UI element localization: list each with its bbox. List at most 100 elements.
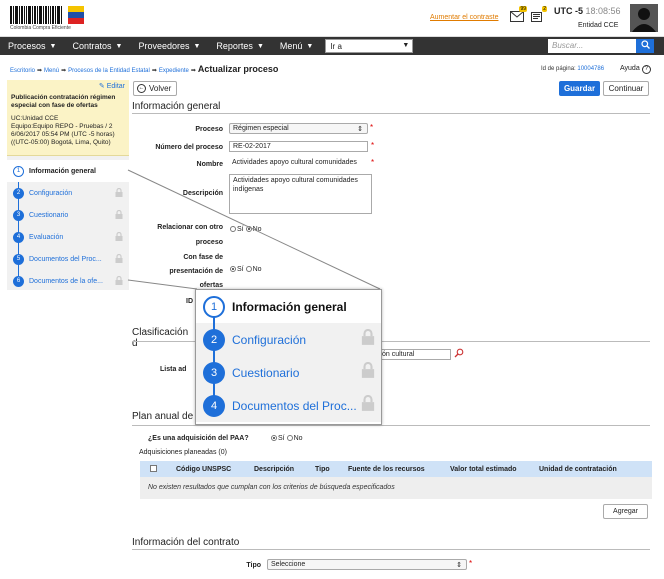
step-label: Información general [232, 299, 347, 314]
pencil-icon: ✎ [98, 83, 105, 90]
edit-label: Editar [106, 83, 125, 90]
numero-proceso-input[interactable]: RE-02-2017 [229, 141, 368, 152]
nav-procesos[interactable]: Procesos ▼ [0, 37, 64, 55]
fase-radio-group: Sí No [230, 266, 262, 273]
step-documentos-proceso[interactable]: 5 Documentos del Proc... [7, 248, 129, 270]
col-codigo[interactable]: Código UNSPSC [176, 466, 231, 473]
nav-procesos-label: Procesos [8, 41, 46, 51]
step-cuestionario[interactable]: 3 Cuestionario [7, 204, 129, 226]
nav-proveedores[interactable]: Proveedores ▼ [130, 37, 208, 55]
col-descripcion[interactable]: Descripción [254, 466, 294, 473]
edit-link[interactable]: ✎ Editar [99, 82, 125, 90]
caret-down-icon: ▼ [193, 42, 201, 50]
nav-reportes[interactable]: Reportes ▼ [208, 37, 271, 55]
process-summary: ✎ Editar Publicación contratación régime… [7, 80, 129, 156]
step-label: Configuración [232, 332, 307, 347]
utc-label: UTC -5 [554, 6, 583, 16]
step-evaluacion[interactable]: 4 Evaluación [7, 226, 129, 248]
user-silhouette-icon [630, 4, 658, 32]
continue-button[interactable]: Continuar [603, 81, 649, 96]
step-documentos-oferta[interactable]: 6 Documentos de la ofe... [7, 270, 129, 292]
yes-label: Sí [278, 435, 285, 442]
zoom-step-informacion-general[interactable]: 1 Información general [196, 290, 381, 323]
lock-icon [361, 362, 375, 378]
lock-icon [115, 188, 123, 197]
zoom-step-configuracion[interactable]: 2 Configuración [196, 323, 381, 356]
nombre-input[interactable]: Actividades apoyo cultural comunidades [229, 158, 368, 169]
col-fuente[interactable]: Fuente de los recursos [348, 466, 425, 473]
tipo-select[interactable]: Seleccione ⇕ [267, 559, 467, 570]
proceso-select[interactable]: Régimen especial ⇕ [229, 123, 368, 134]
step-label: Configuración [29, 189, 73, 197]
col-unidad[interactable]: Unidad de contratación [539, 466, 617, 473]
process-team: Equipo:Equipo REPO - Pruebas / 2 [11, 123, 113, 130]
col-valor[interactable]: Valor total estimado [450, 466, 517, 473]
avatar[interactable] [630, 4, 658, 32]
zoom-step-cuestionario[interactable]: 3 Cuestionario [196, 356, 381, 389]
breadcrumb-procesos[interactable]: Procesos de la Entidad Estatal [68, 68, 150, 74]
mail-icon[interactable]: 99 [510, 6, 527, 22]
step-number: 1 [203, 295, 225, 318]
process-date: 6/06/2017 05:54 PM (UTC -5 horas) [11, 131, 115, 138]
breadcrumb-menu[interactable]: Menú [44, 68, 59, 74]
step-connector [213, 306, 215, 406]
back-button[interactable]: ← Volver [133, 81, 178, 96]
paa-yes-radio[interactable] [271, 435, 277, 442]
step-configuracion[interactable]: 2 Configuración [7, 182, 129, 204]
search-input[interactable]: Buscar... [548, 39, 636, 53]
relacionar-label: Relacionar con otro proceso [140, 220, 223, 250]
relacionar-no-radio[interactable] [245, 226, 252, 233]
colombia-compra-logo[interactable]: Colombia Compra Eficiente [10, 6, 86, 32]
page-id: Id de página: 10004786 [541, 66, 604, 72]
required-mark: * [371, 141, 375, 150]
fase-no-radio[interactable] [245, 266, 252, 273]
save-button[interactable]: Guardar [559, 81, 600, 96]
help-label: Ayuda [620, 65, 640, 72]
fase-label-line2: presentación de [169, 268, 223, 275]
select-arrows-icon: ⇕ [456, 562, 462, 569]
lock-icon [115, 276, 123, 285]
proceso-value: Régimen especial [233, 125, 289, 132]
proceso-label: Proceso [195, 126, 223, 133]
documents-badge: 2 [542, 6, 547, 12]
goto-select[interactable]: Ir a ▼ [325, 39, 414, 53]
search-icon[interactable] [454, 348, 464, 358]
lock-icon [115, 210, 123, 219]
descripcion-textarea[interactable]: Actividades apoyo cultural comunidades i… [229, 174, 372, 214]
page-id-value[interactable]: 10004786 [577, 66, 604, 72]
fase-ofertas-label: Con fase de presentación de ofertas [140, 251, 223, 293]
nav-reportes-label: Reportes [216, 41, 253, 51]
process-info: UC:Unidad CCE Equipo:Equipo REPO - Prueb… [11, 115, 125, 147]
logo-caption: Colombia Compra Eficiente [10, 25, 71, 31]
caret-down-icon: ▼ [256, 42, 264, 50]
paa-no-radio[interactable] [286, 435, 293, 442]
nav-menu[interactable]: Menú ▼ [272, 37, 321, 55]
lock-icon [361, 395, 375, 411]
fase-yes-radio[interactable] [230, 266, 236, 273]
arrow-right-icon: ➡ [61, 68, 67, 74]
select-all-checkbox[interactable] [150, 465, 157, 472]
relacionar-label-line1: Relacionar con otro [157, 224, 223, 231]
documents-icon[interactable]: 2 [530, 6, 547, 22]
flag-icon [68, 6, 84, 24]
nav-contratos[interactable]: Contratos ▼ [64, 37, 130, 55]
breadcrumb-escritorio[interactable]: Escritorio [10, 68, 35, 74]
increase-contrast-link[interactable]: Aumentar el contraste [430, 14, 498, 21]
add-button[interactable]: Agregar [603, 504, 648, 519]
section-general-info: Información general [132, 101, 650, 114]
step-informacion-general[interactable]: 1 Información general [7, 160, 129, 182]
relacionar-yes-radio[interactable] [230, 226, 236, 233]
nav-proveedores-label: Proveedores [138, 41, 190, 51]
breadcrumb-expediente[interactable]: Expediente [159, 68, 189, 74]
help-link[interactable]: Ayuda? [620, 65, 651, 74]
top-header: Colombia Compra Eficiente Aumentar el co… [0, 0, 664, 37]
search-button[interactable] [636, 39, 654, 53]
relacionar-label-line2: proceso [195, 239, 223, 246]
zoom-step-documentos-proceso[interactable]: 4 Documentos del Proc... [196, 389, 381, 422]
classification-input[interactable]: ón cultural [378, 349, 451, 360]
col-tipo[interactable]: Tipo [315, 466, 330, 473]
help-icon: ? [641, 65, 651, 74]
page-id-label: Id de página: [541, 66, 576, 72]
section-divider [132, 425, 650, 426]
arrow-right-icon: ➡ [151, 68, 157, 74]
